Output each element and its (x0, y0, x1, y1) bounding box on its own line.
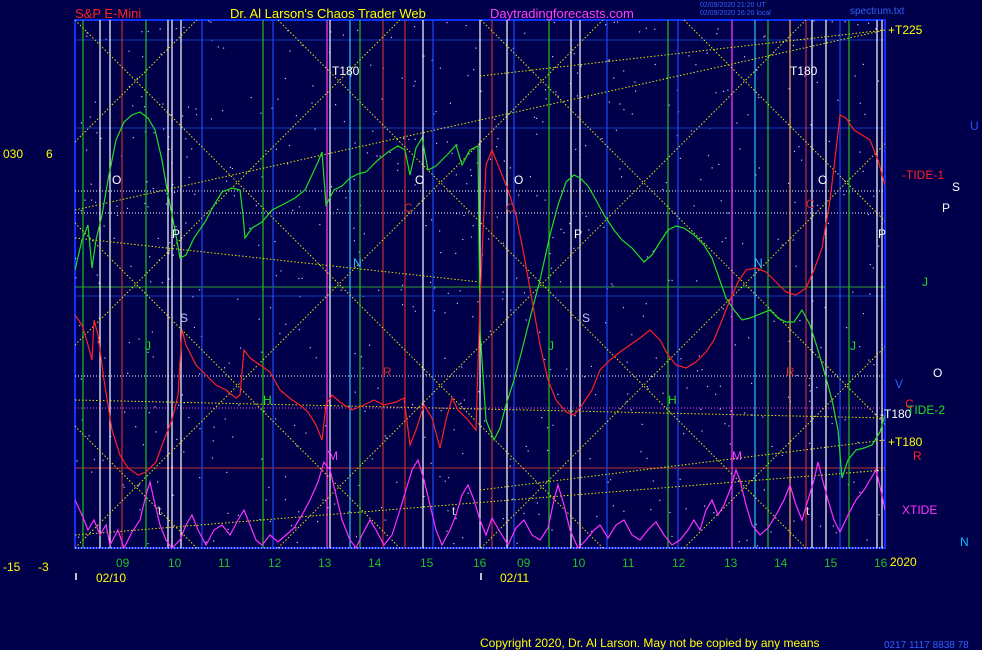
x-date-label: 02/10 (96, 571, 126, 585)
x-hour-label: 11 (622, 556, 635, 570)
chaos-chart: T180 T180O O O OP P PS SJ J JH HN NM MC C CR Rt t t09 10 11… (3, 2, 979, 650)
x-hour-label: 12 (672, 556, 686, 570)
x-hour-label: 13 (318, 556, 332, 570)
chart-marker: M (732, 449, 742, 463)
left-axis-label: 6 (46, 147, 53, 161)
planet-label: R (913, 449, 922, 463)
planet-label: V (895, 377, 903, 391)
right-series-label: -TIDE-1 (902, 168, 944, 182)
chart-marker: P (878, 227, 886, 241)
right-series-label: 2020 (890, 555, 917, 569)
x-hour-label: 11 (218, 556, 231, 570)
copyright: Copyright 2020, Dr. Al Larson. May not b… (480, 636, 820, 650)
chart-marker: J (548, 339, 554, 353)
planet-label: C (905, 397, 914, 411)
x-hour-label: 16 (874, 556, 888, 570)
x-hour-label: 10 (168, 556, 182, 570)
planet-label: U (970, 119, 979, 133)
chart-marker: C (404, 201, 413, 215)
chart-marker: O (415, 173, 424, 187)
x-hour-label: 16 (473, 556, 487, 570)
footer-stamp: 0217 1117 8838 78 (884, 640, 969, 650)
chart-marker: S (180, 311, 188, 325)
planet-label: P (942, 201, 950, 215)
chart-marker: H (668, 393, 677, 407)
chart-marker: M (328, 449, 338, 463)
chart-marker: P (574, 227, 582, 241)
stamp-line1: 02/09/2020 21:20 UT (700, 2, 766, 9)
x-hour-label: 09 (517, 556, 531, 570)
spectrum-label: spectrum.txt (850, 6, 905, 17)
chart-marker: C (806, 197, 815, 211)
chart-marker: S (582, 311, 590, 325)
chart-marker: C (506, 201, 515, 215)
site-title: Dr. Al Larson's Chaos Trader Web (230, 6, 426, 21)
symbol-title: S&P E-Mini (75, 6, 141, 21)
chart-marker: O (514, 173, 523, 187)
chart-marker: O (112, 173, 121, 187)
chart-marker: P (172, 227, 180, 241)
left-axis-label: 030 (3, 147, 23, 161)
chart-marker: O (818, 173, 827, 187)
chart-marker: T180 (332, 64, 360, 78)
x-hour-label: 14 (368, 556, 382, 570)
left-axis-label: -3 (38, 560, 49, 574)
chart-marker: R (383, 365, 392, 379)
x-hour-label: 14 (774, 556, 788, 570)
x-hour-label: 15 (824, 556, 838, 570)
chart-marker: J (850, 339, 856, 353)
planet-label: S (952, 180, 960, 194)
planet-label: O (933, 366, 942, 380)
x-hour-label: 10 (572, 556, 586, 570)
stamp-line2: 02/09/2020 16:20 local (700, 10, 771, 17)
left-axis-label: -15 (3, 560, 21, 574)
x-hour-label: 13 (724, 556, 738, 570)
chart-marker: N (353, 256, 362, 270)
x-hour-label: 09 (116, 556, 130, 570)
site-url: Daytradingforecasts.com (490, 6, 634, 21)
x-hour-label: 12 (268, 556, 282, 570)
x-date-label: 02/11 (500, 571, 529, 585)
right-series-label: +T180 (888, 435, 923, 449)
x-hour-label: 15 (420, 556, 434, 570)
right-series-label: XTIDE (902, 503, 937, 517)
chart-marker: J (145, 339, 151, 353)
planet-label: N (960, 535, 969, 549)
chart-marker: N (754, 256, 763, 270)
chart-marker: H (263, 393, 272, 407)
chart-marker: T180 (790, 64, 818, 78)
right-series-label: +T225 (888, 23, 923, 37)
planet-label: J (922, 275, 928, 289)
chart-marker: R (786, 365, 795, 379)
